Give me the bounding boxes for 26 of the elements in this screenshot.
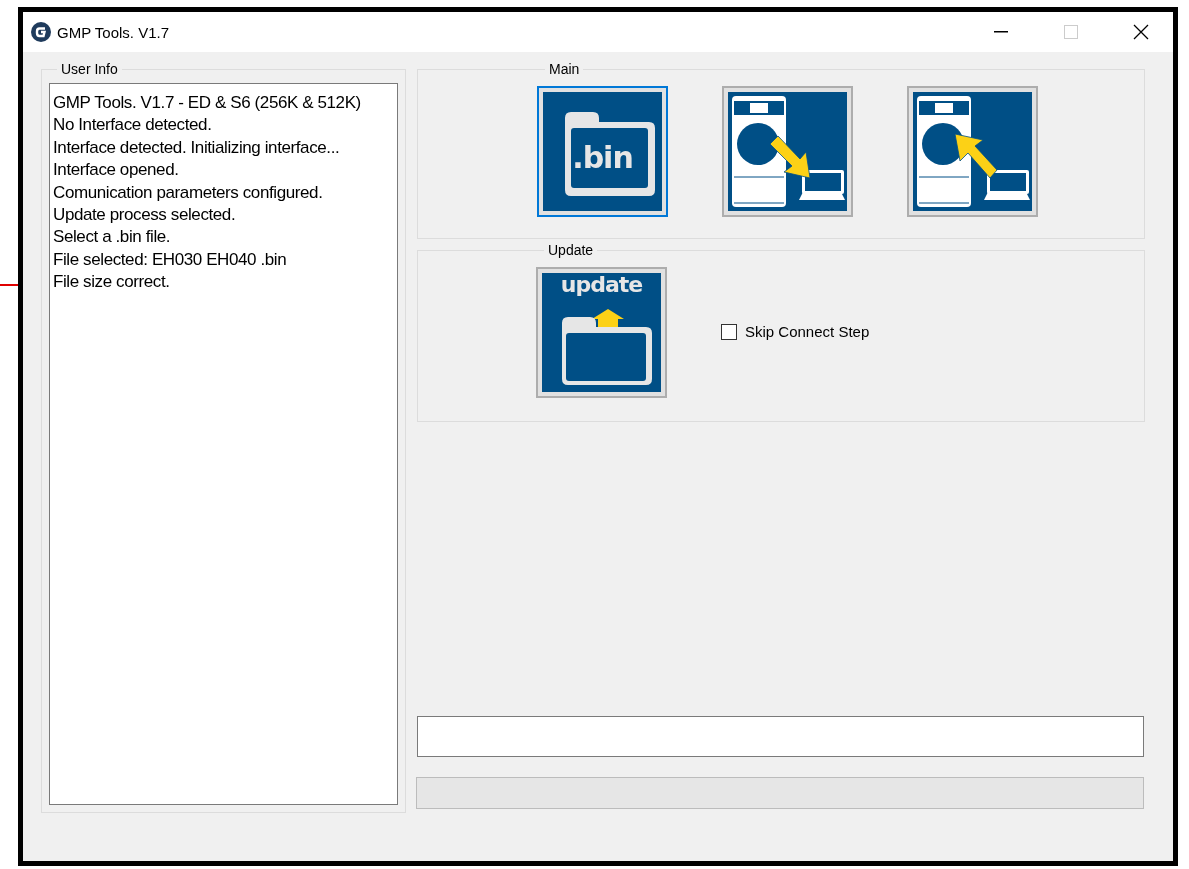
- update-button[interactable]: update: [536, 267, 667, 398]
- group-title: User Info: [60, 61, 119, 77]
- app-logo-icon: [31, 22, 51, 42]
- group-title: Update: [547, 242, 595, 258]
- window-title: GMP Tools. V1.7: [57, 23, 170, 41]
- output-field[interactable]: [417, 716, 1144, 757]
- log-line: Interface opened.: [53, 159, 180, 182]
- checkbox[interactable]: [721, 323, 737, 340]
- skip-connect-checkbox[interactable]: Skip Connect Step: [721, 323, 870, 340]
- log-line: Select a .bin file.: [53, 226, 172, 249]
- log-line: File selected: EH030 EH040 .bin: [53, 248, 288, 271]
- log-line: GMP Tools. V1.7 - ED & S6 (256K & 512K): [53, 92, 362, 114]
- minimize-icon: [994, 31, 1008, 33]
- log-line: File size correct.: [53, 271, 171, 294]
- folder-upload-icon: [542, 273, 661, 392]
- log-line: Comunication parameters configured.: [53, 181, 324, 204]
- laptop-to-washer-button[interactable]: [907, 86, 1038, 217]
- log-line: Update process selected.: [53, 204, 237, 227]
- washer-to-laptop-button[interactable]: [722, 86, 853, 217]
- folder-icon: [543, 92, 662, 211]
- close-icon: [1133, 24, 1149, 40]
- group-title: Main: [548, 61, 581, 77]
- log-line: No Interface detected.: [53, 114, 213, 137]
- bin-file-button[interactable]: .bin: [537, 86, 668, 217]
- log-line: Interface detected. Initializing interface...: [53, 136, 341, 159]
- maximize-icon: [1064, 25, 1078, 39]
